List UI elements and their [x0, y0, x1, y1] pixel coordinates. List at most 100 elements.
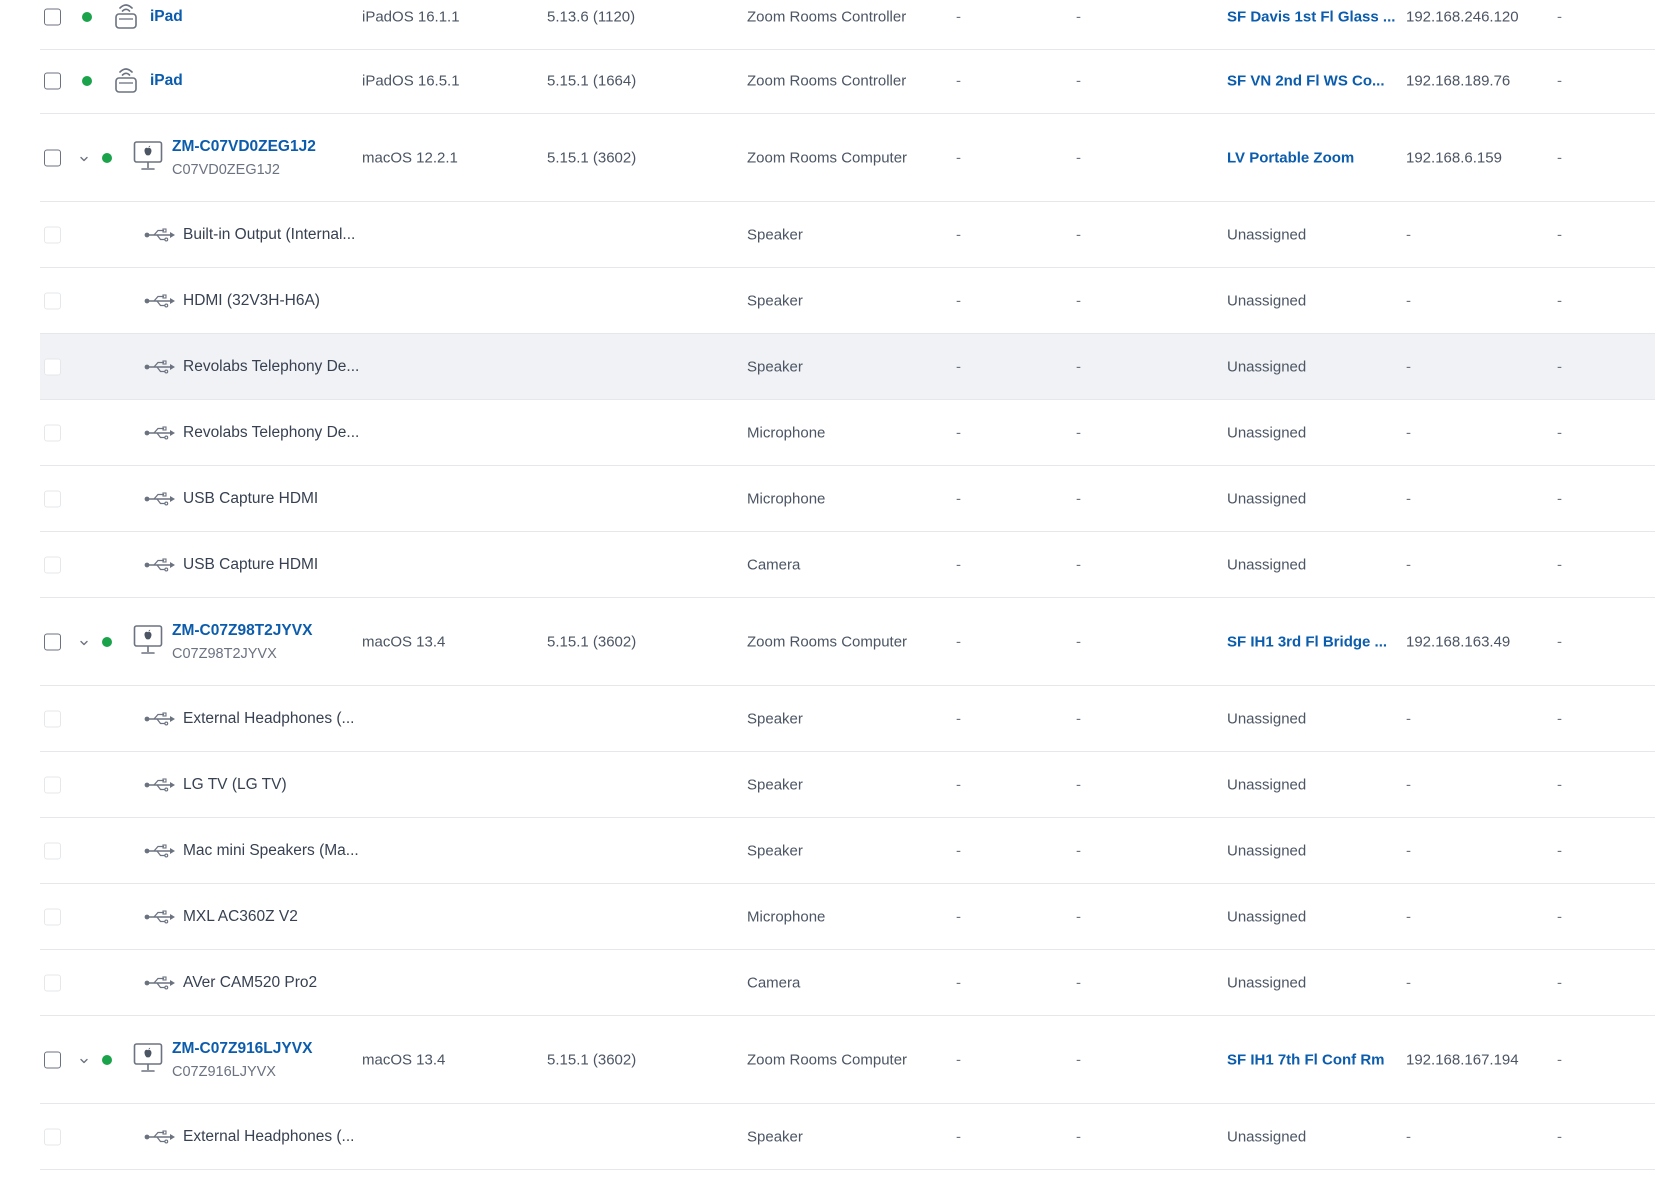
column-a-value: - — [956, 226, 961, 243]
usb-icon — [144, 359, 176, 374]
device-serial: C07Z916LJYVX — [172, 1063, 276, 1080]
last-column-value: - — [1557, 908, 1562, 925]
chevron-down-icon[interactable] — [78, 152, 90, 164]
ip-address: - — [1406, 424, 1411, 441]
row-checkbox — [44, 358, 61, 375]
last-column-value: - — [1557, 292, 1562, 309]
column-b-value: - — [1076, 490, 1081, 507]
device-name-link[interactable]: ZM-C07Z916LJYVX — [172, 1040, 312, 1058]
device-name-link[interactable]: iPad — [150, 72, 183, 90]
peripheral-name: Built-in Output (Internal... — [183, 225, 356, 243]
usb-icon — [144, 227, 176, 242]
row-checkbox[interactable] — [44, 72, 61, 89]
row-checkbox — [44, 556, 61, 573]
peripheral-row[interactable]: External Headphones (... Speaker - - Unassig… — [40, 1104, 1655, 1170]
location-link[interactable]: SF IH1 7th Fl Conf Rm — [1227, 1051, 1385, 1068]
row-checkbox — [44, 710, 61, 727]
column-a-value: - — [956, 776, 961, 793]
ip-address: - — [1406, 1128, 1411, 1145]
peripheral-row[interactable]: External Headphones (... Speaker - - Unassig… — [40, 686, 1655, 752]
usb-icon — [144, 1129, 176, 1144]
location-value: Unassigned — [1227, 776, 1307, 793]
last-column-value: - — [1557, 776, 1562, 793]
peripheral-row[interactable]: USB Capture HDMI Microphone - - Unassigned - - — [40, 466, 1655, 532]
location-value: Unassigned — [1227, 908, 1307, 925]
os-version: macOS 13.4 — [362, 633, 446, 650]
device-row[interactable]: ZM-C07VD0ZEG1J2 C07VD0ZEG1J2 macOS 12.2.1 5… — [40, 114, 1655, 202]
column-a-value: - — [956, 908, 961, 925]
column-b-value: - — [1076, 8, 1081, 26]
location-link[interactable]: LV Portable Zoom — [1227, 149, 1354, 166]
ip-address: 192.168.6.159 — [1406, 149, 1502, 166]
chevron-down-icon[interactable] — [78, 636, 90, 648]
device-serial: C07Z98T2JYVX — [172, 645, 277, 662]
peripheral-name: LG TV (LG TV) — [183, 775, 287, 793]
peripheral-name: MXL AC360Z V2 — [183, 907, 298, 925]
app-version: 5.15.1 (3602) — [547, 1051, 637, 1068]
device-name-link[interactable]: iPad — [150, 8, 183, 26]
device-row[interactable]: iPad iPadOS 16.5.1 5.15.1 (1664) Zoom Rooms… — [40, 48, 1655, 114]
peripheral-row[interactable]: Revolabs Telephony De... Speaker - - Unassig… — [40, 334, 1655, 400]
peripheral-row[interactable]: LG TV (LG TV) Speaker - - Unassigned - - — [40, 752, 1655, 818]
last-column-value: - — [1557, 72, 1562, 89]
peripheral-row[interactable]: USB Capture HDMI Camera - - Unassigned - - — [40, 532, 1655, 598]
column-b-value: - — [1076, 358, 1081, 375]
peripheral-row[interactable]: MXL AC360Z V2 Microphone - - Unassigned - - — [40, 884, 1655, 950]
ip-address: - — [1406, 292, 1411, 309]
device-name-block: ZM-C07Z916LJYVX C07Z916LJYVX — [172, 1040, 312, 1080]
row-checkbox[interactable] — [44, 1051, 61, 1068]
chevron-down-icon[interactable] — [78, 1054, 90, 1066]
device-name-link[interactable]: ZM-C07Z98T2JYVX — [172, 622, 312, 640]
peripheral-row[interactable]: Mac mini Speakers (Ma... Speaker - - Unassig… — [40, 818, 1655, 884]
column-a-value: - — [956, 842, 961, 859]
column-b-value: - — [1076, 974, 1081, 991]
row-checkbox[interactable] — [44, 149, 61, 166]
location-value: Unassigned — [1227, 226, 1307, 243]
device-type: Camera — [747, 974, 801, 991]
row-checkbox — [44, 908, 61, 925]
row-checkbox[interactable] — [44, 633, 61, 650]
row-checkbox — [44, 974, 61, 991]
peripheral-row[interactable]: HDMI (32V3H-H6A) Speaker - - Unassigned - - — [40, 268, 1655, 334]
peripheral-name: Mac mini Speakers (Ma... — [183, 841, 359, 859]
peripheral-name: Revolabs Telephony De... — [183, 357, 360, 375]
location-value: Unassigned — [1227, 710, 1307, 727]
row-checkbox — [44, 424, 61, 441]
location-value: Unassigned — [1227, 490, 1307, 507]
device-name-link[interactable]: ZM-C07VD0ZEG1J2 — [172, 138, 316, 156]
ip-address: - — [1406, 226, 1411, 243]
device-type: Camera — [747, 556, 801, 573]
peripheral-name: External Headphones (... — [183, 709, 355, 727]
location-value: Unassigned — [1227, 1128, 1307, 1145]
location-link[interactable]: SF IH1 3rd Fl Bridge ... — [1227, 633, 1387, 650]
row-checkbox[interactable] — [44, 8, 61, 26]
device-type: Speaker — [747, 226, 803, 243]
device-row[interactable]: ZM-C07Z98T2JYVX C07Z98T2JYVX macOS 13.4 5.1… — [40, 598, 1655, 686]
peripheral-row[interactable]: Built-in Output (Internal... Speaker - - Una… — [40, 202, 1655, 268]
ip-address: - — [1406, 842, 1411, 859]
device-type: Speaker — [747, 710, 803, 727]
device-type: Microphone — [747, 490, 826, 507]
location-link[interactable]: SF Davis 1st Fl Glass ... — [1227, 9, 1395, 26]
location-link[interactable]: SF VN 2nd Fl WS Co... — [1227, 72, 1385, 89]
device-row[interactable]: iPad iPadOS 16.1.1 5.13.6 (1120) Zoom Rooms… — [40, 0, 1655, 50]
usb-icon — [144, 975, 176, 990]
last-column-value: - — [1557, 556, 1562, 573]
device-type: Speaker — [747, 292, 803, 309]
column-a-value: - — [956, 710, 961, 727]
ip-address: - — [1406, 776, 1411, 793]
peripheral-name: External Headphones (... — [183, 1127, 355, 1145]
column-b-value: - — [1076, 710, 1081, 727]
device-row[interactable]: ZM-C07Z916LJYVX C07Z916LJYVX macOS 13.4 5.1… — [40, 1016, 1655, 1104]
location-value: Unassigned — [1227, 842, 1307, 859]
last-column-value: - — [1557, 974, 1562, 991]
ip-address: - — [1406, 490, 1411, 507]
last-column-value: - — [1557, 490, 1562, 507]
device-type: Zoom Rooms Computer — [747, 1051, 908, 1068]
column-b-value: - — [1076, 908, 1081, 925]
peripheral-row[interactable]: Revolabs Telephony De... Microphone - - Unas… — [40, 400, 1655, 466]
column-b-value: - — [1076, 72, 1081, 89]
row-checkbox — [44, 1128, 61, 1145]
peripheral-row[interactable]: AVer CAM520 Pro2 Camera - - Unassigned - - — [40, 950, 1655, 1016]
column-a-value: - — [956, 8, 961, 26]
